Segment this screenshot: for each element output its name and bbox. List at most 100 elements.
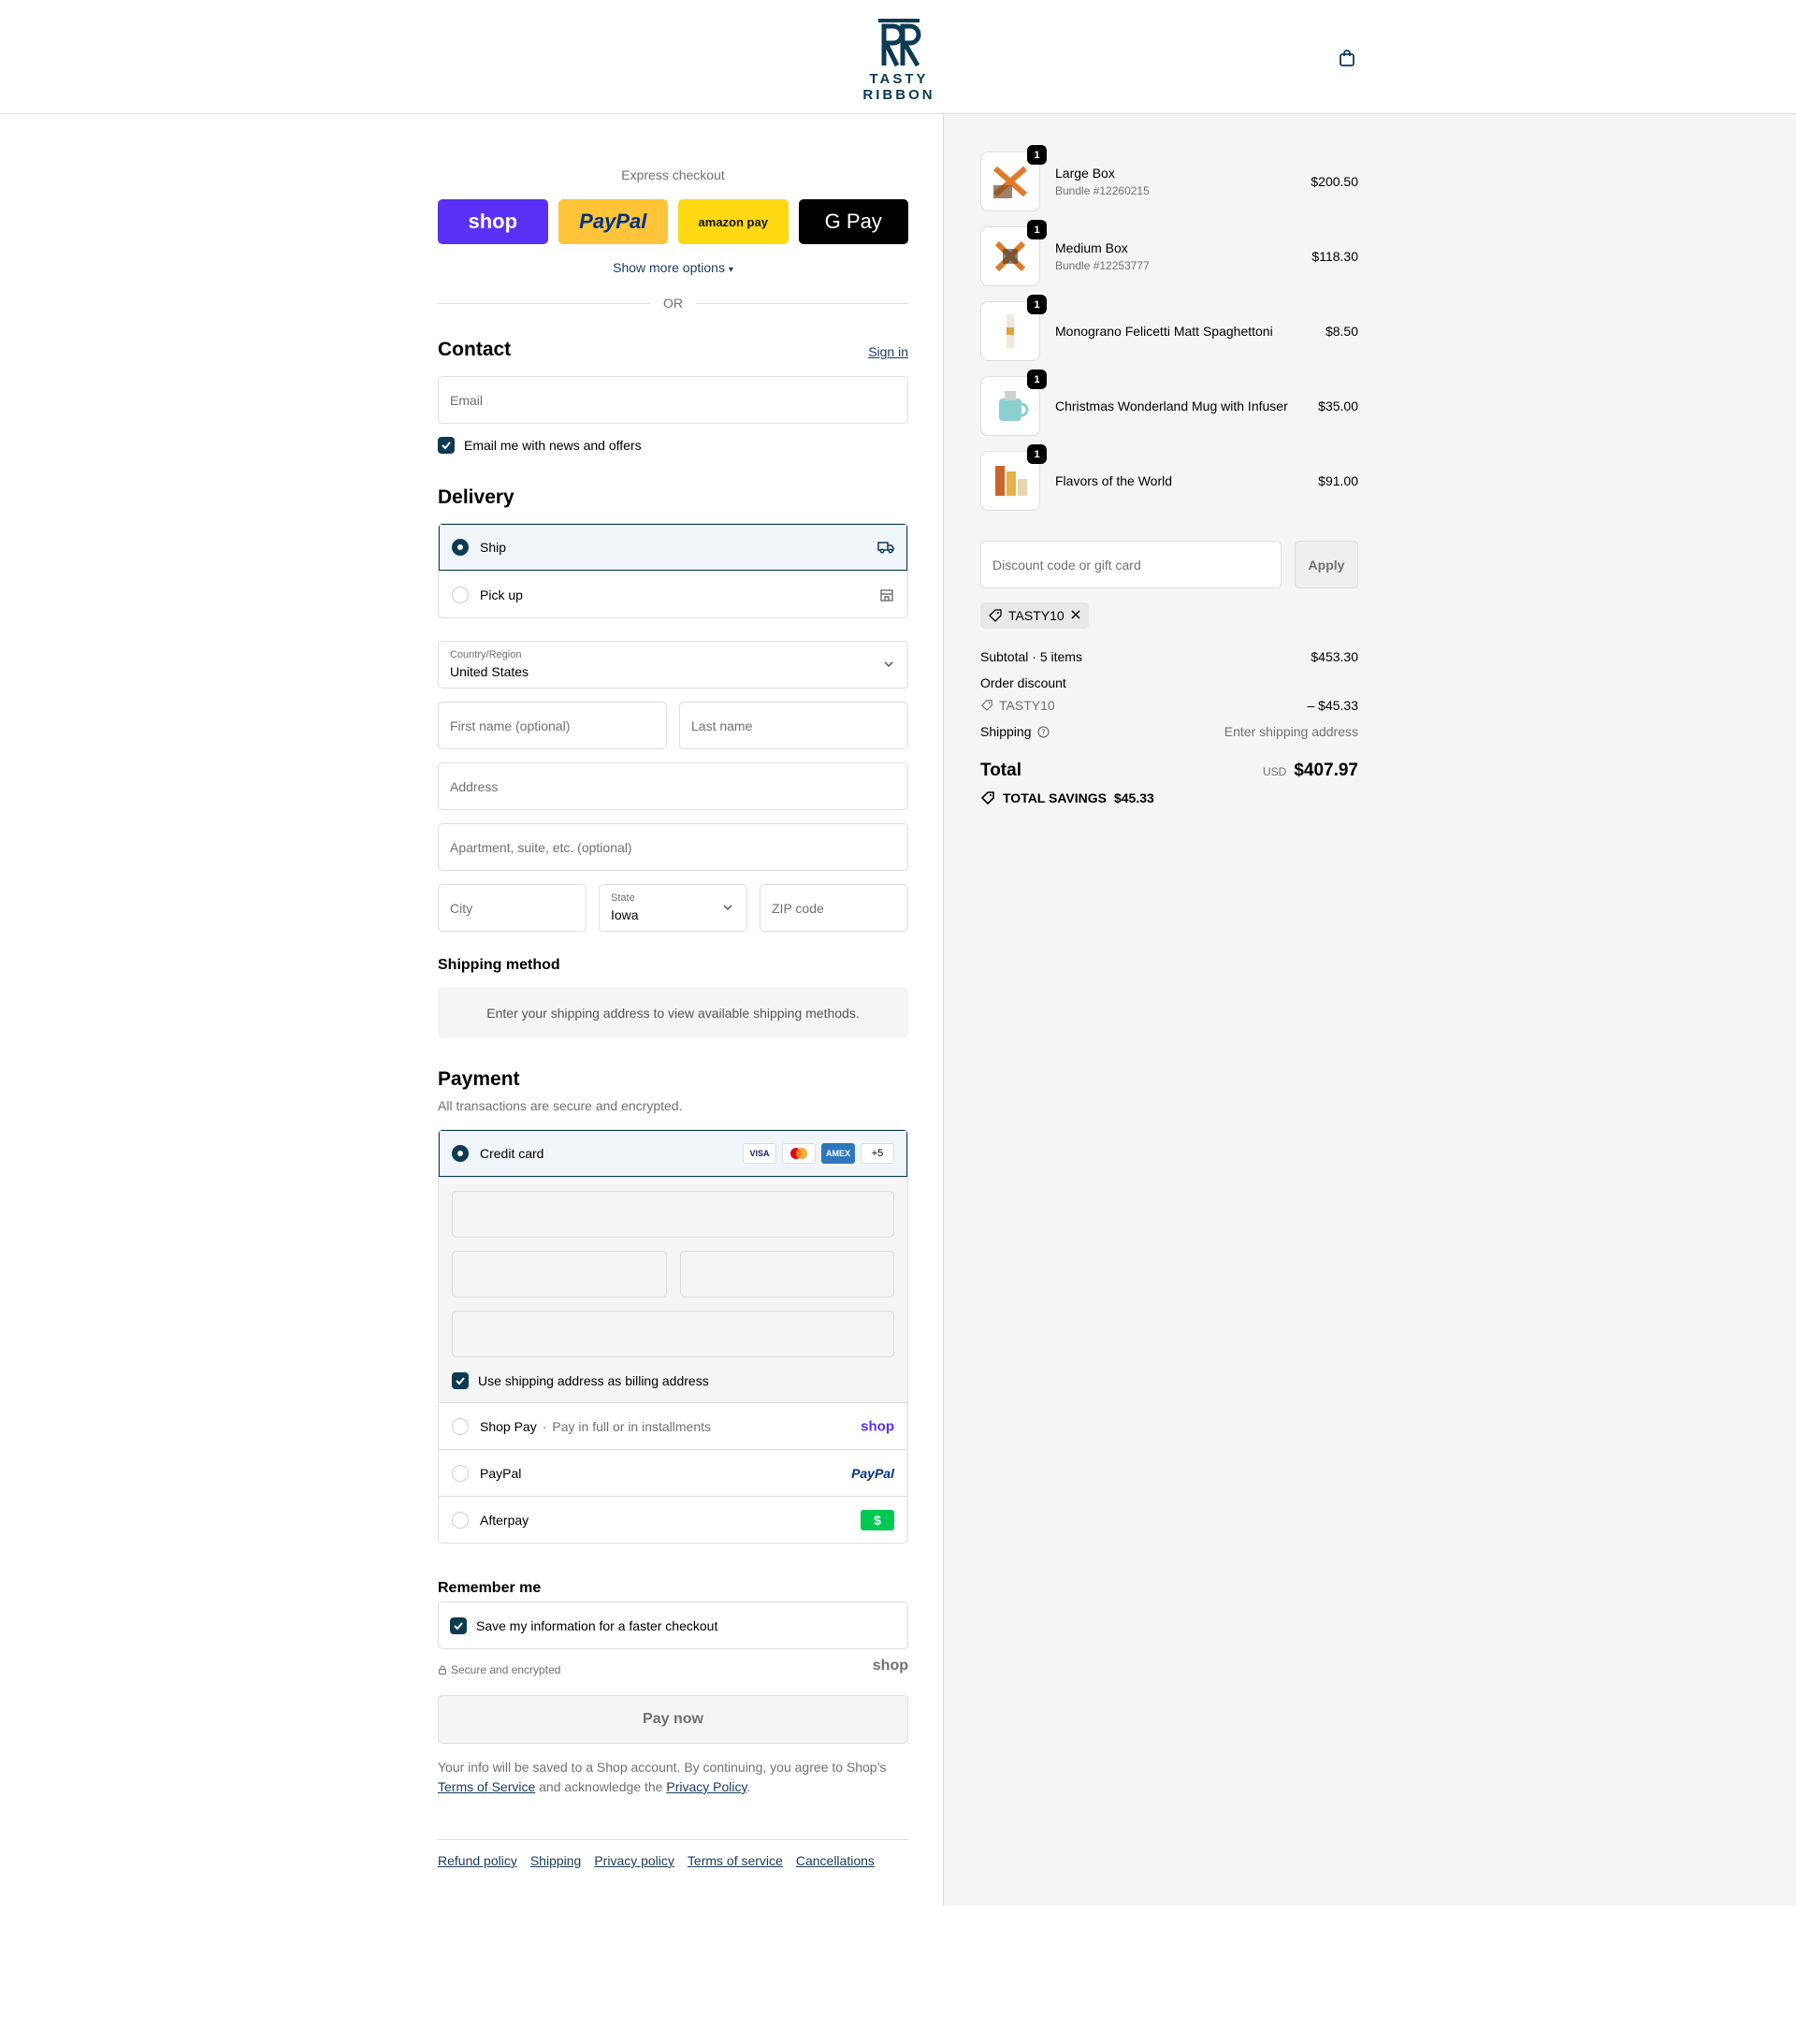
brand-logo[interactable]: TASTY RIBBON (836, 17, 962, 103)
card-number-field[interactable] (452, 1191, 894, 1238)
ship-option[interactable]: Ship (439, 524, 907, 571)
total-savings-row: TOTAL SAVINGS $45.33 (980, 790, 1358, 805)
applied-code: TASTY10 (1008, 608, 1065, 623)
discount-code-field[interactable]: Discount code or gift card (980, 541, 1282, 588)
discount-code-text: TASTY10 (999, 698, 1055, 713)
billing-same-checkbox[interactable] (452, 1372, 469, 1389)
shop-pay-button[interactable]: shop (438, 199, 548, 244)
save-info-checkbox[interactable] (450, 1616, 467, 1634)
item-info: Monograno Felicetti Matt Spaghettoni (1055, 324, 1325, 339)
shop-pay-option[interactable]: Shop Pay · Pay in full or in installment… (439, 1402, 907, 1449)
ship-label: Ship (480, 540, 507, 555)
afterpay-option[interactable]: Afterpay $ (439, 1496, 907, 1543)
apply-discount-button[interactable]: Apply (1295, 541, 1358, 588)
discount-value: – $45.33 (1307, 698, 1359, 713)
expiry-field[interactable] (452, 1251, 667, 1297)
terms-of-service-link[interactable]: Terms of service (688, 1853, 783, 1868)
apartment-field[interactable]: Apartment, suite, etc. (optional) (438, 823, 908, 871)
visa-icon: VISA (743, 1143, 776, 1164)
item-price: $118.30 (1311, 249, 1358, 264)
afterpay-dollar-icon: $ (861, 1509, 894, 1530)
privacy-policy-link[interactable]: Privacy policy (594, 1853, 674, 1868)
refund-policy-link[interactable]: Refund policy (438, 1853, 517, 1868)
applied-discount-chip: TASTY10 (980, 602, 1089, 629)
shopping-bag-icon (1340, 50, 1354, 66)
subtotal-row: Subtotal · 5 items $453.30 (980, 649, 1358, 664)
pay-now-button[interactable]: Pay now (438, 1695, 908, 1744)
divider-line (696, 302, 908, 304)
contact-title: Contact (438, 339, 512, 360)
cart-button[interactable] (1336, 47, 1358, 69)
sign-in-link[interactable]: Sign in (868, 344, 908, 359)
first-name-field[interactable]: First name (optional) (438, 702, 667, 749)
chevron-down-icon (883, 658, 894, 673)
product-thumbnail: 1 (980, 444, 1047, 511)
card-brand-logos: VISA AMEX +5 (743, 1143, 894, 1164)
city-field[interactable]: City (438, 884, 587, 932)
google-pay-button[interactable]: G Pay (798, 199, 908, 244)
footer-links: Refund policy Shipping Privacy policy Te… (438, 1839, 908, 1868)
paypal-label: PayPal (480, 1465, 522, 1481)
cart-item: 1 Medium Box Bundle #12253777 $118.30 (980, 220, 1358, 286)
legal-text-1: Your info will be saved to a Shop accoun… (438, 1760, 887, 1775)
country-select[interactable]: Country/Region United States (438, 641, 908, 689)
show-more-options[interactable]: Show more options ▾ (438, 260, 908, 275)
ship-radio[interactable] (452, 539, 469, 556)
subtotal-value: $453.30 (1311, 649, 1358, 664)
lock-icon (439, 1665, 446, 1674)
chevron-down-icon: ▾ (728, 265, 733, 275)
remove-discount-icon[interactable] (1070, 608, 1081, 623)
quantity-badge: 1 (1027, 145, 1047, 165)
brand-name: TASTY RIBBON (862, 71, 935, 103)
paypal-logo: PayPal (851, 1465, 894, 1481)
show-more-label: Show more options (613, 260, 725, 275)
payment-title: Payment (438, 1068, 520, 1090)
pickup-option[interactable]: Pick up (439, 571, 907, 617)
address-field[interactable]: Address (438, 762, 908, 810)
cart-item: 1 Large Box Bundle #12260215 $200.50 (980, 145, 1358, 211)
product-image (1007, 314, 1014, 348)
last-name-field[interactable]: Last name (679, 702, 908, 749)
zip-field[interactable]: ZIP code (760, 884, 908, 932)
shop-pay-sub: Pay in full or in installments (552, 1418, 712, 1434)
terms-link[interactable]: Terms of Service (438, 1779, 535, 1794)
checkmark-icon (442, 442, 451, 450)
help-circle-icon[interactable]: ? (1037, 726, 1050, 738)
pickup-radio[interactable] (452, 586, 469, 603)
secure-note: Secure and encrypted (438, 1663, 560, 1676)
amazon-pay-button[interactable]: amazon pay (678, 199, 789, 244)
email-field[interactable]: Email (438, 376, 908, 424)
cart-items-list: 1 Large Box Bundle #12260215 $200.50 1 M… (980, 145, 1358, 526)
express-checkout-buttons: shop PayPal amazon pay G Pay (438, 199, 908, 244)
news-checkbox-row[interactable]: Email me with news and offers (438, 437, 642, 454)
save-info-row[interactable]: Save my information for a faster checkou… (438, 1602, 908, 1649)
item-info: Flavors of the World (1055, 473, 1318, 488)
site-header: TASTY RIBBON (0, 0, 1796, 114)
privacy-link[interactable]: Privacy Policy (666, 1779, 746, 1794)
name-on-card-field[interactable] (452, 1311, 894, 1357)
shipping-method-info: Enter your shipping address to view avai… (438, 987, 908, 1038)
state-select[interactable]: State Iowa (599, 884, 747, 932)
card-details-form: Use shipping address as billing address (439, 1177, 907, 1402)
product-thumbnail: 1 (980, 295, 1047, 361)
billing-same-row[interactable]: Use shipping address as billing address (452, 1372, 894, 1389)
tag-icon (980, 791, 994, 805)
paypal-option[interactable]: PayPal PayPal (439, 1449, 907, 1496)
state-label: State (611, 892, 635, 904)
afterpay-radio[interactable] (452, 1511, 469, 1529)
item-name: Monograno Felicetti Matt Spaghettoni (1055, 324, 1273, 339)
credit-card-option[interactable]: Credit card VISA AMEX +5 (439, 1130, 907, 1177)
tag-icon (989, 609, 1002, 622)
paypal-radio[interactable] (452, 1464, 469, 1482)
product-thumbnail: 1 (980, 145, 1047, 211)
mastercard-icon (782, 1143, 816, 1164)
credit-card-radio[interactable] (452, 1145, 469, 1162)
checkmark-icon (456, 1377, 465, 1385)
item-info: Medium Box Bundle #12253777 (1055, 240, 1311, 272)
security-code-field[interactable] (679, 1251, 894, 1297)
shipping-link[interactable]: Shipping (530, 1853, 582, 1868)
cancellations-link[interactable]: Cancellations (796, 1853, 875, 1868)
news-checkbox[interactable] (438, 437, 455, 454)
shop-pay-radio[interactable] (452, 1417, 469, 1435)
paypal-button[interactable]: PayPal (558, 199, 668, 244)
